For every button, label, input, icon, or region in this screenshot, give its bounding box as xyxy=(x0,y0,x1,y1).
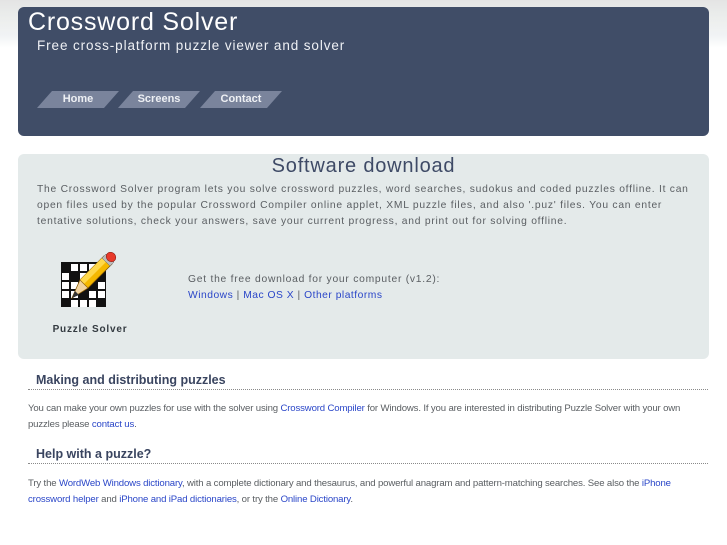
contact-us-link[interactable]: contact us xyxy=(92,419,134,430)
site-title: Crossword Solver xyxy=(28,8,239,36)
download-other-platforms-link[interactable]: Other platforms xyxy=(304,290,382,301)
section-text-making: You can make your own puzzles for use wi… xyxy=(28,401,700,433)
online-dictionary-link[interactable]: Online Dictionary xyxy=(281,494,351,505)
section-heading-making: Making and distributing puzzles xyxy=(28,372,708,390)
crossword-compiler-link[interactable]: Crossword Compiler xyxy=(280,403,364,414)
app-label: Puzzle Solver xyxy=(52,324,128,335)
crossword-grid-pencil-icon xyxy=(61,252,117,307)
site-tagline: Free cross-platform puzzle viewer and so… xyxy=(37,38,346,53)
text: , or try the xyxy=(236,494,281,505)
nav-tab-home[interactable]: Home xyxy=(37,91,119,108)
download-links: Windows | Mac OS X | Other platforms xyxy=(188,290,383,301)
download-title: Software download xyxy=(271,155,456,177)
text: and xyxy=(98,494,120,505)
site-header: Crossword Solver Free cross-platform puz… xyxy=(18,7,709,136)
download-macos-link[interactable]: Mac OS X xyxy=(243,290,294,301)
nav-tab-contact[interactable]: Contact xyxy=(200,91,282,108)
text: . xyxy=(134,419,137,430)
section-text-help: Try the WordWeb Windows dictionary, with… xyxy=(28,476,700,508)
text: , with a complete dictionary and thesaur… xyxy=(181,478,642,489)
text: Try the xyxy=(28,478,59,489)
text: You can make your own puzzles for use wi… xyxy=(28,403,281,414)
link-separator: | xyxy=(297,290,301,301)
text: . xyxy=(350,494,353,505)
wordweb-dictionary-link[interactable]: WordWeb Windows dictionary xyxy=(59,478,182,489)
software-download-panel: Software download The Crossword Solver p… xyxy=(18,154,709,359)
download-description: The Crossword Solver program lets you so… xyxy=(37,184,689,227)
download-windows-link[interactable]: Windows xyxy=(188,290,233,301)
download-prompt: Get the free download for your computer … xyxy=(188,274,441,285)
iphone-ipad-dictionaries-link[interactable]: iPhone and iPad dictionaries xyxy=(119,494,237,505)
link-separator: | xyxy=(236,290,240,301)
section-heading-help: Help with a puzzle? xyxy=(28,446,708,464)
nav-tab-screens[interactable]: Screens xyxy=(118,91,200,108)
